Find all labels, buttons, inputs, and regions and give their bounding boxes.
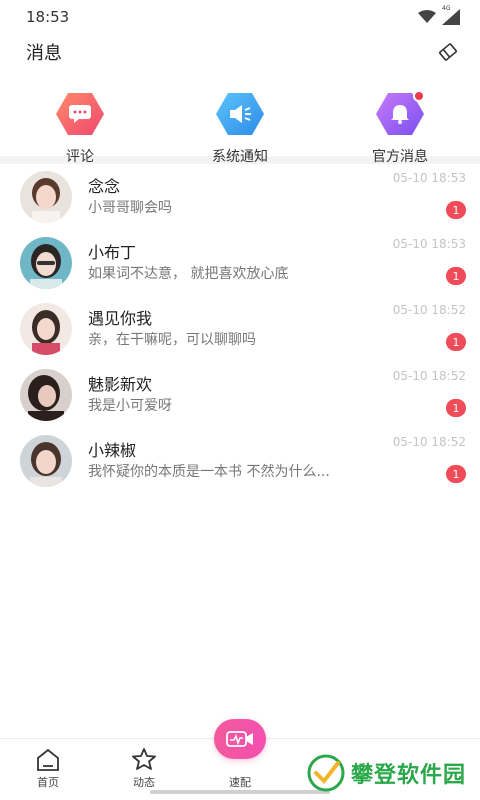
message-time: 05-10 18:52 bbox=[392, 435, 466, 449]
status-time: 18:53 bbox=[26, 8, 70, 26]
conversation-body: 小布丁 如果词不达意， 就把喜欢放心底 bbox=[88, 242, 380, 284]
avatar bbox=[20, 369, 72, 421]
checkmark-logo-icon bbox=[307, 754, 345, 792]
conversation-body: 魅影新欢 我是小可爱呀 bbox=[88, 374, 380, 416]
contact-name: 小布丁 bbox=[88, 243, 137, 262]
star-icon bbox=[132, 748, 156, 770]
speaker-icon bbox=[215, 92, 265, 136]
message-time: 05-10 18:52 bbox=[392, 369, 466, 383]
message-time: 05-10 18:52 bbox=[392, 303, 466, 317]
conversation-body: 念念 小哥哥聊会吗 bbox=[88, 176, 380, 218]
match-button[interactable] bbox=[214, 719, 266, 759]
conversation-meta: 05-10 18:52 1 bbox=[380, 303, 466, 355]
official-message-label: 官方消息 bbox=[372, 149, 428, 165]
contact-name: 魅影新欢 bbox=[88, 375, 153, 394]
comments-entry[interactable]: 评论 bbox=[0, 92, 160, 178]
last-message: 小哥哥聊会吗 bbox=[88, 200, 172, 216]
page-header: 消息 bbox=[0, 34, 480, 70]
wifi-icon bbox=[418, 10, 436, 23]
conversation-list: 念念 小哥哥聊会吗 05-10 18:53 1 小布丁 如果词不达意， 就把喜欢… bbox=[0, 164, 480, 494]
conversation-meta: 05-10 18:52 1 bbox=[380, 435, 466, 487]
messages-screen: 18:53 4G 消息 评论 系统通知 官方消息 念念 小哥哥聊会吗 05-10… bbox=[0, 0, 480, 800]
system-icons: 4G bbox=[418, 5, 460, 25]
clear-messages-icon bbox=[439, 43, 457, 61]
last-message: 我怀疑你的本质是一本书 不然为什么... bbox=[88, 464, 330, 480]
comments-label: 评论 bbox=[66, 149, 94, 165]
conversation-meta: 05-10 18:53 1 bbox=[380, 171, 466, 223]
unread-count-badge: 1 bbox=[446, 201, 466, 219]
official-message-entry[interactable]: 官方消息 bbox=[320, 90, 480, 178]
comment-icon bbox=[55, 92, 105, 136]
conversation-meta: 05-10 18:52 1 bbox=[380, 369, 466, 421]
conversation-row[interactable]: 遇见你我 亲，在干嘛呢，可以聊聊吗 05-10 18:52 1 bbox=[0, 296, 480, 362]
last-message: 我是小可爱呀 bbox=[88, 398, 172, 414]
bell-icon bbox=[375, 90, 425, 136]
unread-count-badge: 1 bbox=[446, 465, 466, 483]
conversation-row[interactable]: 小辣椒 我怀疑你的本质是一本书 不然为什么... 05-10 18:52 1 bbox=[0, 428, 480, 494]
conversation-body: 遇见你我 亲，在干嘛呢，可以聊聊吗 bbox=[88, 308, 380, 350]
contact-name: 念念 bbox=[88, 177, 121, 196]
conversation-body: 小辣椒 我怀疑你的本质是一本书 不然为什么... bbox=[88, 440, 380, 482]
home-icon bbox=[37, 749, 59, 771]
contact-name: 小辣椒 bbox=[88, 441, 137, 460]
tab-home-label: 首页 bbox=[37, 776, 59, 789]
tab-home[interactable]: 首页 bbox=[0, 739, 96, 800]
avatar bbox=[20, 303, 72, 355]
last-message: 如果词不达意， 就把喜欢放心底 bbox=[88, 266, 289, 282]
message-time: 05-10 18:53 bbox=[392, 171, 466, 185]
tab-match-label: 速配 bbox=[229, 776, 251, 789]
home-indicator[interactable] bbox=[150, 790, 330, 794]
system-notice-label: 系统通知 bbox=[212, 149, 268, 165]
clear-messages-button[interactable] bbox=[436, 40, 460, 64]
avatar bbox=[20, 237, 72, 289]
conversation-meta: 05-10 18:53 1 bbox=[380, 237, 466, 289]
system-notice-entry[interactable]: 系统通知 bbox=[160, 92, 320, 178]
video-match-icon bbox=[226, 731, 253, 747]
conversation-row[interactable]: 小布丁 如果词不达意， 就把喜欢放心底 05-10 18:53 1 bbox=[0, 230, 480, 296]
conversation-row[interactable]: 魅影新欢 我是小可爱呀 05-10 18:52 1 bbox=[0, 362, 480, 428]
network-type: 4G bbox=[442, 5, 451, 12]
unread-count-badge: 1 bbox=[446, 267, 466, 285]
page-title: 消息 bbox=[26, 43, 62, 64]
avatar bbox=[20, 435, 72, 487]
unread-dot bbox=[413, 90, 425, 102]
contact-name: 遇见你我 bbox=[88, 309, 153, 328]
last-message: 亲，在干嘛呢，可以聊聊吗 bbox=[88, 332, 256, 348]
status-bar: 18:53 4G bbox=[0, 0, 480, 34]
tab-feed-label: 动态 bbox=[133, 776, 155, 789]
quick-entry-row: 评论 系统通知 官方消息 bbox=[0, 70, 480, 178]
unread-count-badge: 1 bbox=[446, 333, 466, 351]
watermark: 攀登软件园 bbox=[307, 754, 466, 792]
avatar bbox=[20, 171, 72, 223]
unread-count-badge: 1 bbox=[446, 399, 466, 417]
cell-signal-icon: 4G bbox=[442, 5, 460, 25]
watermark-text: 攀登软件园 bbox=[350, 763, 466, 788]
message-time: 05-10 18:53 bbox=[392, 237, 466, 251]
